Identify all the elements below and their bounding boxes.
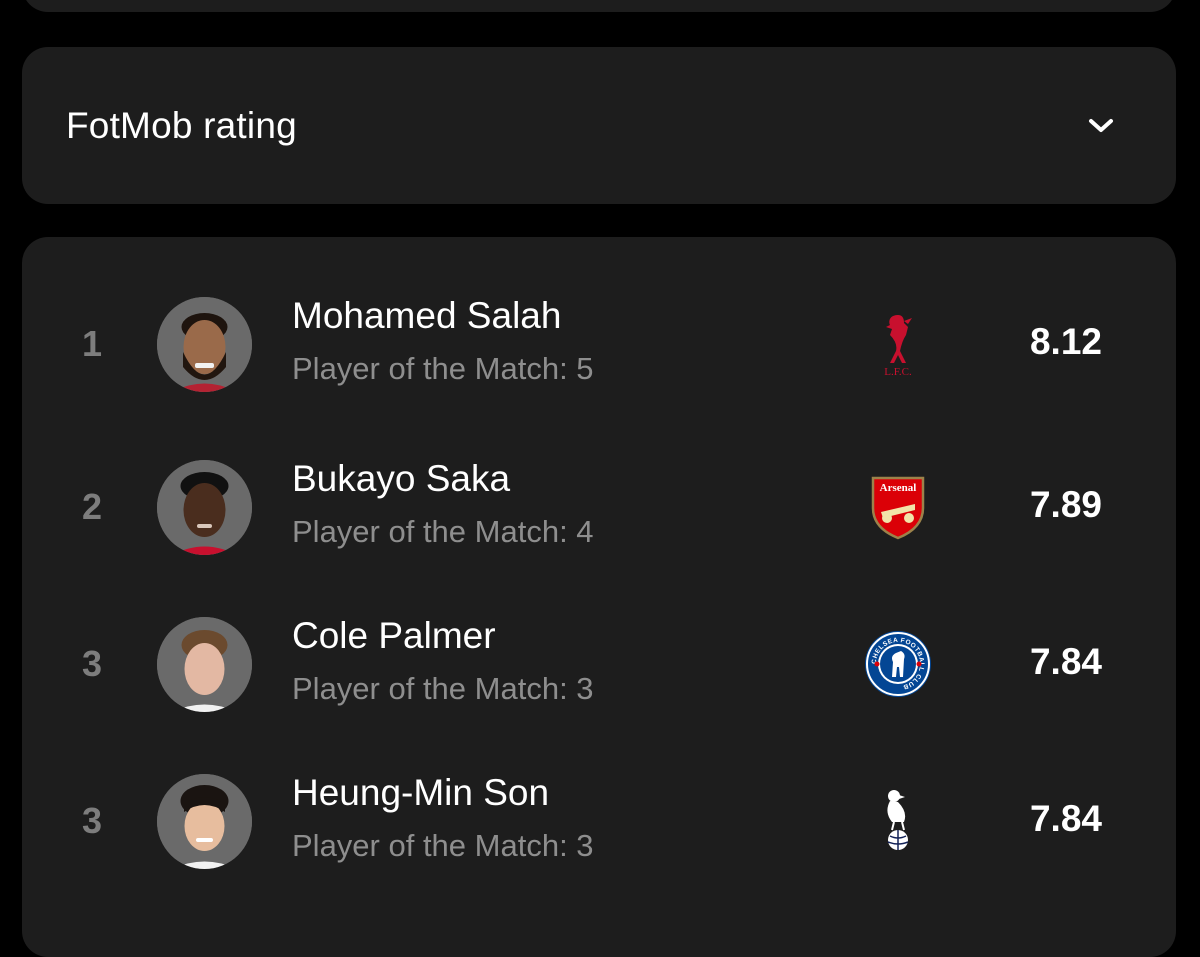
previous-card <box>22 0 1176 12</box>
player-avatar <box>157 297 252 392</box>
player-rank: 1 <box>81 323 103 364</box>
liverpool-crest-text: L.F.C. <box>884 366 912 378</box>
player-rank: 2 <box>81 486 103 527</box>
player-row[interactable]: 3 Cole Palmer Player of the Match: 3 CHE… <box>22 615 1176 715</box>
player-avatar <box>157 460 252 555</box>
player-avatar <box>157 774 252 869</box>
tottenham-crest-icon <box>858 786 938 856</box>
player-rating: 8.12 <box>1029 321 1102 362</box>
player-rating: 7.84 <box>1029 641 1102 682</box>
chevron-down-icon[interactable] <box>1086 111 1116 141</box>
liverpool-crest-icon: L.F.C. <box>858 309 938 379</box>
player-of-the-match-count: Player of the Match: 4 <box>292 514 594 549</box>
player-name: Mohamed Salah <box>292 295 562 336</box>
player-rank: 3 <box>81 800 103 841</box>
player-name: Cole Palmer <box>292 615 496 656</box>
player-row[interactable]: 3 Heung-Min Son Player of the Match: 3 7… <box>22 772 1176 872</box>
stat-selector[interactable]: FotMob rating <box>22 47 1176 204</box>
player-name: Bukayo Saka <box>292 458 511 499</box>
player-rating: 7.84 <box>1029 798 1102 839</box>
player-avatar <box>157 617 252 712</box>
player-rating: 7.89 <box>1029 484 1102 525</box>
stat-selector-title: FotMob rating <box>66 104 297 146</box>
player-of-the-match-count: Player of the Match: 5 <box>292 351 594 386</box>
chelsea-crest-icon: CHELSEA FOOTBALL CLUB <box>858 629 938 699</box>
arsenal-crest-text: Arsenal <box>880 482 917 494</box>
player-name: Heung-Min Son <box>292 772 550 813</box>
player-of-the-match-count: Player of the Match: 3 <box>292 671 594 706</box>
player-ranking-list: 1 Mohamed Salah Player of the Match: 5 L… <box>22 237 1176 957</box>
player-rank: 3 <box>81 643 103 684</box>
player-of-the-match-count: Player of the Match: 3 <box>292 828 594 863</box>
player-row[interactable]: 2 Bukayo Saka Player of the Match: 4 Ars… <box>22 458 1176 558</box>
player-row[interactable]: 1 Mohamed Salah Player of the Match: 5 L… <box>22 295 1176 395</box>
arsenal-crest-icon: Arsenal <box>858 472 938 542</box>
